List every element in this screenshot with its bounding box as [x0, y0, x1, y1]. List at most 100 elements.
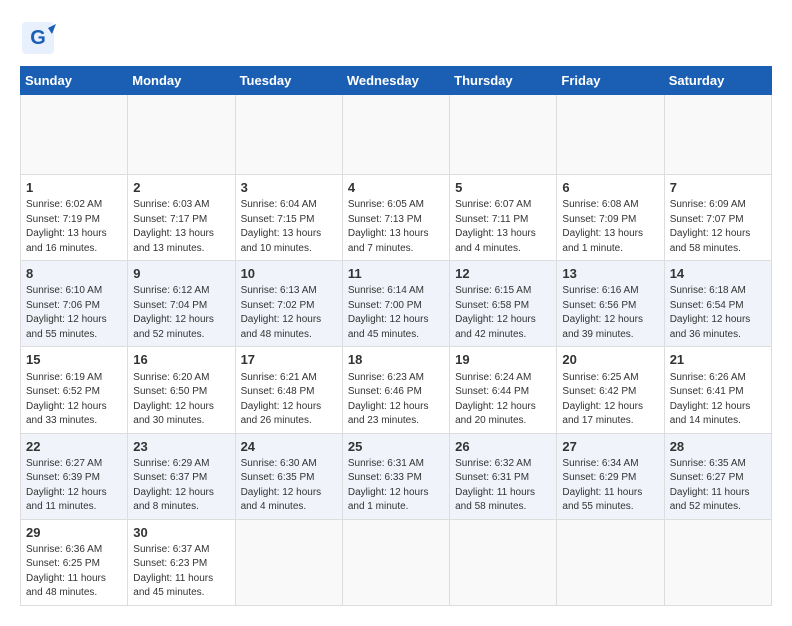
- day-info: Sunrise: 6:10 AM Sunset: 7:06 PM Dayligh…: [26, 284, 122, 342]
- day-info: Sunrise: 6:24 AM Sunset: 6:44 PM Dayligh…: [455, 371, 551, 429]
- day-number: 20: [562, 351, 658, 369]
- day-info: Sunrise: 6:12 AM Sunset: 7:04 PM Dayligh…: [133, 284, 229, 342]
- calendar-cell: 20 Sunrise: 6:25 AM Sunset: 6:42 PM Dayli…: [557, 347, 664, 433]
- day-number: 19: [455, 351, 551, 369]
- day-number: 12: [455, 265, 551, 283]
- day-info: Sunrise: 6:35 AM Sunset: 6:27 PM Dayligh…: [670, 457, 766, 515]
- day-number: 10: [241, 265, 337, 283]
- day-info: Sunrise: 6:18 AM Sunset: 6:54 PM Dayligh…: [670, 284, 766, 342]
- day-info: Sunrise: 6:27 AM Sunset: 6:39 PM Dayligh…: [26, 457, 122, 515]
- calendar-cell: 10Sunrise: 6:13 AM Sunset: 7:02 PM Dayli…: [235, 261, 342, 347]
- day-of-week-thursday: Thursday: [450, 67, 557, 95]
- day-number: 8: [26, 265, 122, 283]
- calendar-cell: 24Sunrise: 6:30 AM Sunset: 6:35 PM Dayli…: [235, 433, 342, 519]
- calendar-row: [21, 95, 772, 175]
- day-number: 17: [241, 351, 337, 369]
- calendar-cell: 6Sunrise: 6:08 AM Sunset: 7:09 PM Daylig…: [557, 175, 664, 261]
- calendar-cell: 28Sunrise: 6:35 AM Sunset: 6:27 PM Dayli…: [664, 433, 771, 519]
- calendar-cell: 14Sunrise: 6:18 AM Sunset: 6:54 PM Dayli…: [664, 261, 771, 347]
- day-info: Sunrise: 6:23 AM Sunset: 6:46 PM Dayligh…: [348, 371, 444, 429]
- calendar-cell: 9Sunrise: 6:12 AM Sunset: 7:04 PM Daylig…: [128, 261, 235, 347]
- day-number: 15: [26, 351, 122, 369]
- calendar-cell: 25Sunrise: 6:31 AM Sunset: 6:33 PM Dayli…: [342, 433, 449, 519]
- day-info: Sunrise: 6:09 AM Sunset: 7:07 PM Dayligh…: [670, 198, 766, 256]
- calendar-cell: [557, 95, 664, 175]
- day-of-week-sunday: Sunday: [21, 67, 128, 95]
- calendar-cell: [342, 519, 449, 605]
- day-number: 9: [133, 265, 229, 283]
- calendar-cell: 11Sunrise: 6:14 AM Sunset: 7:00 PM Dayli…: [342, 261, 449, 347]
- calendar-cell: [450, 95, 557, 175]
- day-number: 18: [348, 351, 444, 369]
- day-number: 27: [562, 438, 658, 456]
- day-of-week-monday: Monday: [128, 67, 235, 95]
- calendar-cell: [235, 95, 342, 175]
- calendar-row: 29Sunrise: 6:36 AM Sunset: 6:25 PM Dayli…: [21, 519, 772, 605]
- calendar-cell: 23Sunrise: 6:29 AM Sunset: 6:37 PM Dayli…: [128, 433, 235, 519]
- day-number: 1: [26, 179, 122, 197]
- day-number: 25: [348, 438, 444, 456]
- day-info: Sunrise: 6:21 AM Sunset: 6:48 PM Dayligh…: [241, 371, 337, 429]
- calendar-cell: 18 Sunrise: 6:23 AM Sunset: 6:46 PM Dayli…: [342, 347, 449, 433]
- calendar-cell: 1Sunrise: 6:02 AM Sunset: 7:19 PM Daylig…: [21, 175, 128, 261]
- day-number: 29: [26, 524, 122, 542]
- day-number: 26: [455, 438, 551, 456]
- day-number: 6: [562, 179, 658, 197]
- day-info: Sunrise: 6:34 AM Sunset: 6:29 PM Dayligh…: [562, 457, 658, 515]
- calendar-cell: [664, 519, 771, 605]
- calendar-cell: 12Sunrise: 6:15 AM Sunset: 6:58 PM Dayli…: [450, 261, 557, 347]
- calendar-cell: [342, 95, 449, 175]
- svg-text:G: G: [30, 27, 46, 49]
- day-info: Sunrise: 6:30 AM Sunset: 6:35 PM Dayligh…: [241, 457, 337, 515]
- calendar-cell: 3Sunrise: 6:04 AM Sunset: 7:15 PM Daylig…: [235, 175, 342, 261]
- day-info: Sunrise: 6:15 AM Sunset: 6:58 PM Dayligh…: [455, 284, 551, 342]
- calendar-cell: [128, 95, 235, 175]
- day-number: 22: [26, 438, 122, 456]
- calendar-cell: 19 Sunrise: 6:24 AM Sunset: 6:44 PM Dayli…: [450, 347, 557, 433]
- calendar-cell: 8Sunrise: 6:10 AM Sunset: 7:06 PM Daylig…: [21, 261, 128, 347]
- day-info: Sunrise: 6:05 AM Sunset: 7:13 PM Dayligh…: [348, 198, 444, 256]
- day-info: Sunrise: 6:07 AM Sunset: 7:11 PM Dayligh…: [455, 198, 551, 256]
- day-info: Sunrise: 6:04 AM Sunset: 7:15 PM Dayligh…: [241, 198, 337, 256]
- logo-icon: G: [20, 20, 56, 56]
- calendar-cell: [21, 95, 128, 175]
- day-number: 14: [670, 265, 766, 283]
- calendar-cell: 30Sunrise: 6:37 AM Sunset: 6:23 PM Dayli…: [128, 519, 235, 605]
- day-info: Sunrise: 6:31 AM Sunset: 6:33 PM Dayligh…: [348, 457, 444, 515]
- calendar-table: SundayMondayTuesdayWednesdayThursdayFrid…: [20, 66, 772, 606]
- day-info: Sunrise: 6:08 AM Sunset: 7:09 PM Dayligh…: [562, 198, 658, 256]
- day-number: 23: [133, 438, 229, 456]
- calendar-cell: 22Sunrise: 6:27 AM Sunset: 6:39 PM Dayli…: [21, 433, 128, 519]
- day-number: 21: [670, 351, 766, 369]
- calendar-cell: 15Sunrise: 6:19 AM Sunset: 6:52 PM Dayli…: [21, 347, 128, 433]
- calendar-cell: [235, 519, 342, 605]
- calendar-row: 15Sunrise: 6:19 AM Sunset: 6:52 PM Dayli…: [21, 347, 772, 433]
- calendar-cell: 5Sunrise: 6:07 AM Sunset: 7:11 PM Daylig…: [450, 175, 557, 261]
- page-header: G: [20, 20, 772, 56]
- calendar-cell: 13Sunrise: 6:16 AM Sunset: 6:56 PM Dayli…: [557, 261, 664, 347]
- calendar-header: SundayMondayTuesdayWednesdayThursdayFrid…: [21, 67, 772, 95]
- day-info: Sunrise: 6:36 AM Sunset: 6:25 PM Dayligh…: [26, 543, 122, 601]
- calendar-cell: 26Sunrise: 6:32 AM Sunset: 6:31 PM Dayli…: [450, 433, 557, 519]
- day-number: 11: [348, 265, 444, 283]
- day-info: Sunrise: 6:20 AM Sunset: 6:50 PM Dayligh…: [133, 371, 229, 429]
- day-number: 28: [670, 438, 766, 456]
- day-info: Sunrise: 6:16 AM Sunset: 6:56 PM Dayligh…: [562, 284, 658, 342]
- day-of-week-friday: Friday: [557, 67, 664, 95]
- calendar-cell: 27Sunrise: 6:34 AM Sunset: 6:29 PM Dayli…: [557, 433, 664, 519]
- day-number: 5: [455, 179, 551, 197]
- calendar-cell: 7Sunrise: 6:09 AM Sunset: 7:07 PM Daylig…: [664, 175, 771, 261]
- calendar-cell: 16 Sunrise: 6:20 AM Sunset: 6:50 PM Dayli…: [128, 347, 235, 433]
- day-number: 16: [133, 351, 229, 369]
- calendar-row: 1Sunrise: 6:02 AM Sunset: 7:19 PM Daylig…: [21, 175, 772, 261]
- calendar-cell: 2Sunrise: 6:03 AM Sunset: 7:17 PM Daylig…: [128, 175, 235, 261]
- day-info: Sunrise: 6:29 AM Sunset: 6:37 PM Dayligh…: [133, 457, 229, 515]
- day-of-week-wednesday: Wednesday: [342, 67, 449, 95]
- day-of-week-saturday: Saturday: [664, 67, 771, 95]
- calendar-cell: 21 Sunrise: 6:26 AM Sunset: 6:41 PM Dayli…: [664, 347, 771, 433]
- calendar-cell: [557, 519, 664, 605]
- day-info: Sunrise: 6:25 AM Sunset: 6:42 PM Dayligh…: [562, 371, 658, 429]
- day-of-week-tuesday: Tuesday: [235, 67, 342, 95]
- day-info: Sunrise: 6:13 AM Sunset: 7:02 PM Dayligh…: [241, 284, 337, 342]
- day-info: Sunrise: 6:26 AM Sunset: 6:41 PM Dayligh…: [670, 371, 766, 429]
